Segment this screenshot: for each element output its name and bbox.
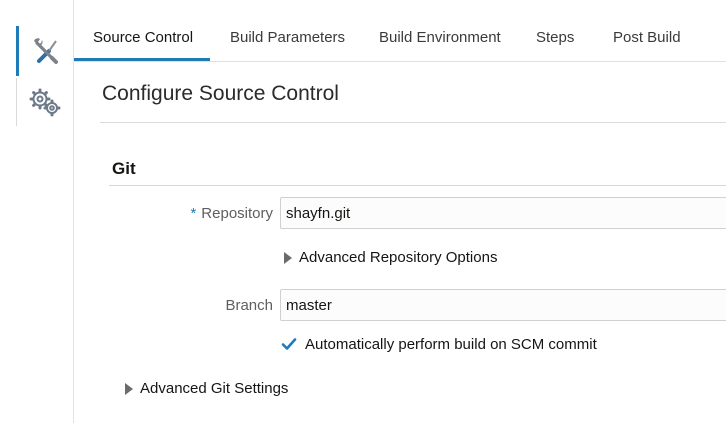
- checkmark-icon[interactable]: [280, 335, 298, 353]
- branch-input[interactable]: [280, 289, 726, 321]
- title-divider: [100, 122, 726, 123]
- branch-label: Branch: [225, 297, 273, 314]
- tab-build-environment[interactable]: Build Environment: [379, 0, 501, 62]
- rail-item-tools[interactable]: [16, 26, 72, 76]
- section-title-git: Git: [112, 159, 136, 178]
- expand-triangle-icon: [125, 382, 133, 395]
- repository-label: * Repository: [190, 205, 273, 222]
- auto-build-checkbox-row[interactable]: Automatically perform build on SCM commi…: [280, 335, 597, 353]
- advanced-repository-options-toggle[interactable]: Advanced Repository Options: [284, 249, 497, 266]
- active-tab-indicator: [74, 58, 210, 61]
- gears-icon: [29, 88, 60, 117]
- tab-steps[interactable]: Steps: [536, 0, 574, 62]
- advanced-git-settings-toggle[interactable]: Advanced Git Settings: [125, 380, 288, 397]
- page-title: Configure Source Control: [102, 82, 339, 105]
- expand-triangle-icon: [284, 251, 292, 264]
- tab-source-control[interactable]: Source Control: [93, 0, 193, 62]
- left-rail: [0, 0, 74, 423]
- repository-label-text: Repository: [201, 205, 273, 222]
- advanced-git-settings-label: Advanced Git Settings: [140, 380, 289, 397]
- section-divider: [109, 185, 726, 186]
- rail-item-settings[interactable]: [16, 78, 72, 126]
- repository-input[interactable]: [280, 197, 726, 229]
- required-marker: *: [190, 205, 197, 222]
- tab-post-build[interactable]: Post Build: [613, 0, 681, 62]
- tab-bar: Source Control Build Parameters Build En…: [74, 0, 726, 62]
- auto-build-label: Automatically perform build on SCM commi…: [305, 335, 597, 353]
- tab-build-parameters[interactable]: Build Parameters: [230, 0, 345, 62]
- advanced-repository-options-label: Advanced Repository Options: [299, 249, 498, 266]
- tools-icon: [33, 38, 58, 64]
